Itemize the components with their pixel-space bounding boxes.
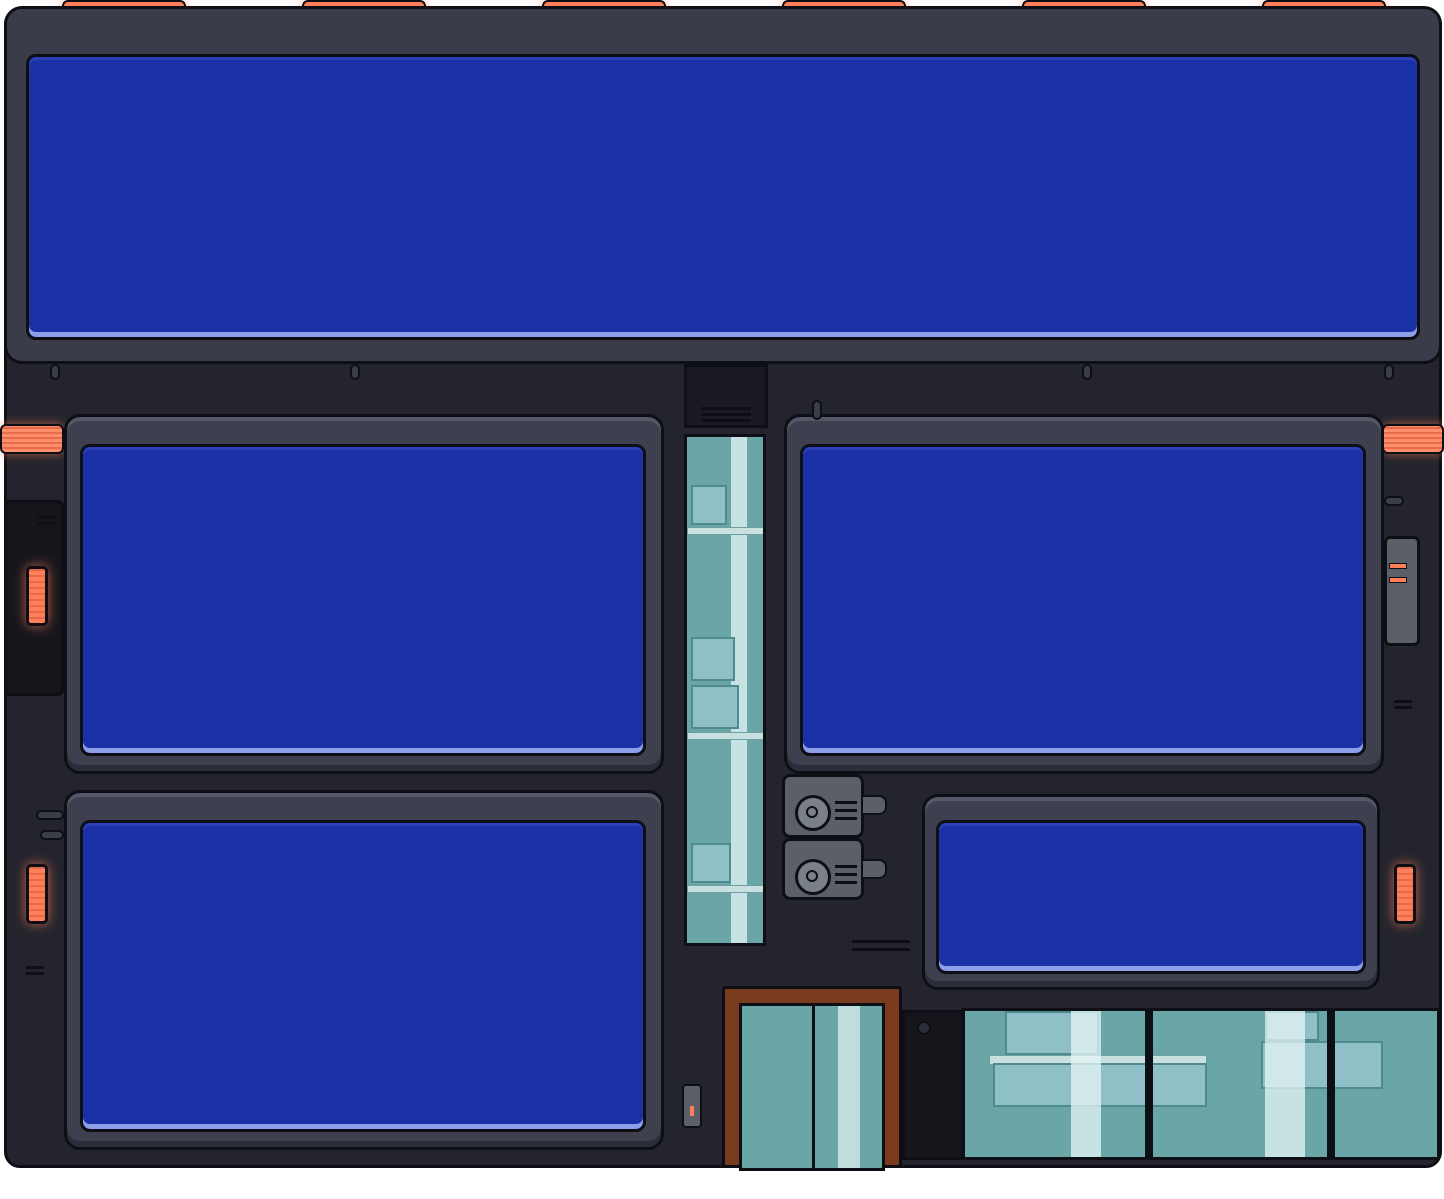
antenna-icon [812, 400, 822, 420]
pipe-icon [40, 830, 64, 840]
right-upper-screen[interactable] [800, 444, 1366, 756]
door-switch-icon [682, 1084, 702, 1128]
side-light-icon [1382, 424, 1444, 454]
door-side-panel [902, 1010, 964, 1160]
left-upper-screen[interactable] [80, 444, 646, 756]
wall-lamp-icon [1394, 864, 1416, 924]
bolt-icon [1384, 364, 1394, 380]
ac-unit-icon [782, 774, 887, 838]
vent-block [684, 364, 768, 428]
window-icon [684, 434, 766, 946]
side-box [1384, 536, 1420, 646]
window-icon [962, 1008, 1440, 1160]
left-lower-screen[interactable] [80, 820, 646, 1132]
pipe-icon [1384, 496, 1404, 506]
ac-unit-icon [782, 838, 887, 900]
door-icon[interactable] [722, 986, 902, 1171]
bolt-icon [350, 364, 360, 380]
bolt-icon [50, 364, 60, 380]
bolt-icon [1082, 364, 1092, 380]
wall-lamp-icon [26, 864, 48, 924]
top-banner-screen[interactable] [26, 54, 1420, 340]
wall-lamp-icon [26, 566, 48, 626]
pipe-icon [36, 810, 64, 820]
right-lower-screen[interactable] [936, 820, 1366, 974]
side-light-icon [0, 424, 64, 454]
